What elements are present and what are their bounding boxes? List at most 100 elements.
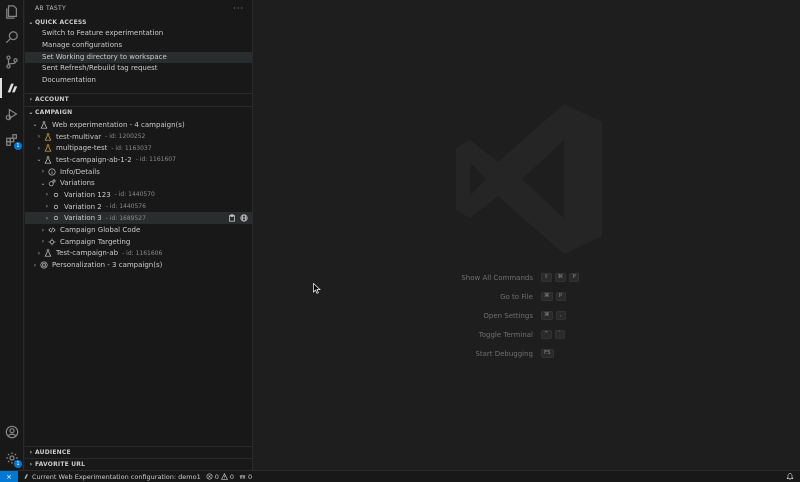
error-count: 0 [214, 472, 219, 481]
ab-tasty-icon[interactable] [0, 78, 20, 98]
tree-info-details[interactable]: › Info/Details [25, 166, 252, 178]
quick-access-item-documentation[interactable]: Documentation [25, 75, 252, 87]
quick-access-item-refresh-tag[interactable]: Sent Refresh/Rebuild tag request [25, 63, 252, 75]
section-quick-access[interactable]: ⌄ QUICK ACCESS [25, 16, 252, 28]
chevron-right-icon: › [37, 133, 41, 141]
chevron-right-icon: › [41, 226, 45, 234]
cmd-key: ⌘ [554, 273, 567, 282]
chevron-right-icon: › [37, 249, 41, 257]
section-account-title: ACCOUNT [35, 96, 69, 104]
status-problems[interactable]: 0 0 [206, 473, 234, 481]
beaker-icon [43, 132, 53, 142]
remote-indicator-icon[interactable]: ⨯ [0, 470, 18, 482]
cmd-key: ⌘ [541, 311, 553, 320]
tree-campaign-global-code[interactable]: › Campaign Global Code [25, 224, 252, 236]
shortcut-label: Start Debugging [475, 349, 533, 358]
tree-label: multipage-test [56, 144, 108, 153]
section-audience-title: AUDIENCE [35, 449, 71, 456]
shortcut-go-to-file[interactable]: Go to File ⌘ P [394, 287, 694, 306]
circle-icon [51, 213, 61, 223]
warning-count: 0 [229, 472, 234, 481]
quick-access-item-switch[interactable]: Switch to Feature experimentation [25, 28, 252, 40]
tree-label: Variation 3 [64, 214, 102, 223]
shortcut-hints: Show All Commands ⇧ ⌘ P Go to File ⌘ P O… [394, 268, 694, 363]
tree-label: Campaign Targeting [60, 237, 131, 246]
tree-description: - id: 1689527 [105, 214, 146, 222]
tree-personalization[interactable]: › Personalization - 3 campaign(s) [25, 259, 252, 271]
shortcut-label: Go to File [500, 292, 533, 301]
section-account[interactable]: › ACCOUNT [25, 94, 252, 106]
beaker-icon [39, 120, 49, 130]
globe-icon[interactable] [239, 213, 248, 222]
shortcut-keys: F5 [541, 349, 554, 358]
quick-access-item-manage-configurations[interactable]: Manage configurations [25, 40, 252, 52]
clipboard-icon[interactable] [227, 213, 236, 222]
tree-label: Web experimentation - 4 campaign(s) [52, 120, 185, 129]
circle-icon [51, 190, 61, 200]
shortcut-keys: ⌘ P [541, 292, 566, 301]
activity-bar: 1 1 [0, 0, 24, 470]
sidebar-title: AB TASTY [35, 4, 66, 12]
section-favorite-url[interactable]: › FAVORITE URL [25, 458, 253, 470]
sidebar-bottom-sections: › AUDIENCE › FAVORITE URL [25, 446, 253, 470]
more-actions-icon[interactable]: ··· [233, 4, 244, 13]
quick-access-item-set-working-directory[interactable]: Set Working directory to workspace [25, 51, 252, 64]
tree-campaign-multipage-test[interactable]: › multipage-test - id: 1163037 [25, 142, 252, 154]
section-audience[interactable]: › AUDIENCE [25, 446, 253, 458]
shortcut-start-debugging[interactable]: Start Debugging F5 [394, 344, 694, 363]
cmd-key: ⌘ [541, 292, 553, 301]
shortcut-label: Open Settings [483, 311, 533, 320]
files-icon[interactable] [4, 4, 20, 20]
shortcut-toggle-terminal[interactable]: Toggle Terminal ^ ` [394, 325, 694, 344]
status-bar: ⨯ Current Web Experimentation configurat… [0, 470, 800, 482]
tree-label: Info/Details [60, 167, 100, 176]
account-icon[interactable] [4, 424, 20, 440]
status-ports[interactable]: 0 [239, 473, 252, 481]
code-icon [47, 225, 57, 235]
tree-campaign-test-campaign-ab[interactable]: › Test-campaign-ab - id: 1161606 [25, 248, 252, 260]
source-control-icon[interactable] [4, 54, 20, 70]
tree-label: Campaign Global Code [60, 226, 141, 235]
section-campaign[interactable]: ⌄ CAMPAIGN [25, 107, 252, 119]
tree-label: Test-campaign-ab [56, 249, 119, 258]
chevron-right-icon: › [41, 168, 45, 176]
shortcut-keys: ⇧ ⌘ P [541, 273, 580, 282]
section-favorite-url-title: FAVORITE URL [35, 461, 86, 468]
chevron-down-icon: ⌄ [32, 121, 38, 129]
targeting-icon [47, 237, 57, 247]
chevron-right-icon: › [29, 449, 33, 456]
tree-variation-123[interactable]: › Variation 123 - id: 1440570 [25, 189, 252, 201]
tree-web-experimentation[interactable]: ⌄ Web experimentation - 4 campaign(s) [25, 119, 252, 131]
extensions-icon[interactable]: 1 [4, 132, 22, 150]
shortcut-open-settings[interactable]: Open Settings ⌘ , [394, 306, 694, 325]
chevron-down-icon: ⌄ [28, 109, 34, 117]
settings-gear-icon[interactable]: 1 [4, 450, 22, 468]
beaker-icon [43, 248, 53, 258]
row-actions [227, 213, 248, 222]
chevron-right-icon: › [45, 203, 49, 211]
chevron-right-icon: › [45, 214, 49, 222]
tree-campaign-targeting[interactable]: › Campaign Targeting [25, 236, 252, 248]
tree-campaign-test-multivar[interactable]: › test-multivar - id: 1200252 [25, 131, 252, 143]
editor-area: Show All Commands ⇧ ⌘ P Go to File ⌘ P O… [254, 0, 800, 470]
chevron-right-icon: › [29, 461, 33, 468]
tree-variation-3[interactable]: › Variation 3 - id: 1689527 [25, 212, 252, 225]
tree-variation-2[interactable]: › Variation 2 - id: 1440576 [25, 201, 252, 213]
section-quick-access-title: QUICK ACCESS [35, 18, 87, 26]
shortcut-show-all-commands[interactable]: Show All Commands ⇧ ⌘ P [394, 268, 694, 287]
f5-key: F5 [541, 349, 554, 358]
backtick-key: ` [554, 330, 565, 339]
ctrl-key: ^ [541, 330, 552, 339]
tree-campaign-test-campaign-ab-1-2[interactable]: ⌄ test-campaign-ab-1-2 - id: 1161607 [25, 154, 252, 166]
error-icon [206, 473, 213, 480]
comma-key: , [555, 311, 566, 320]
chevron-right-icon: › [29, 96, 33, 104]
notifications-bell-icon[interactable] [786, 472, 794, 480]
search-icon[interactable] [4, 29, 20, 45]
info-icon [47, 167, 57, 177]
status-config[interactable]: Current Web Experimentation configuratio… [23, 473, 201, 481]
section-campaign-title: CAMPAIGN [35, 109, 73, 117]
run-debug-icon[interactable] [4, 106, 20, 122]
tree-variations[interactable]: ⌄ Variations [25, 177, 252, 189]
sidebar: AB TASTY ··· ⌄ QUICK ACCESS Switch to Fe… [25, 0, 253, 470]
